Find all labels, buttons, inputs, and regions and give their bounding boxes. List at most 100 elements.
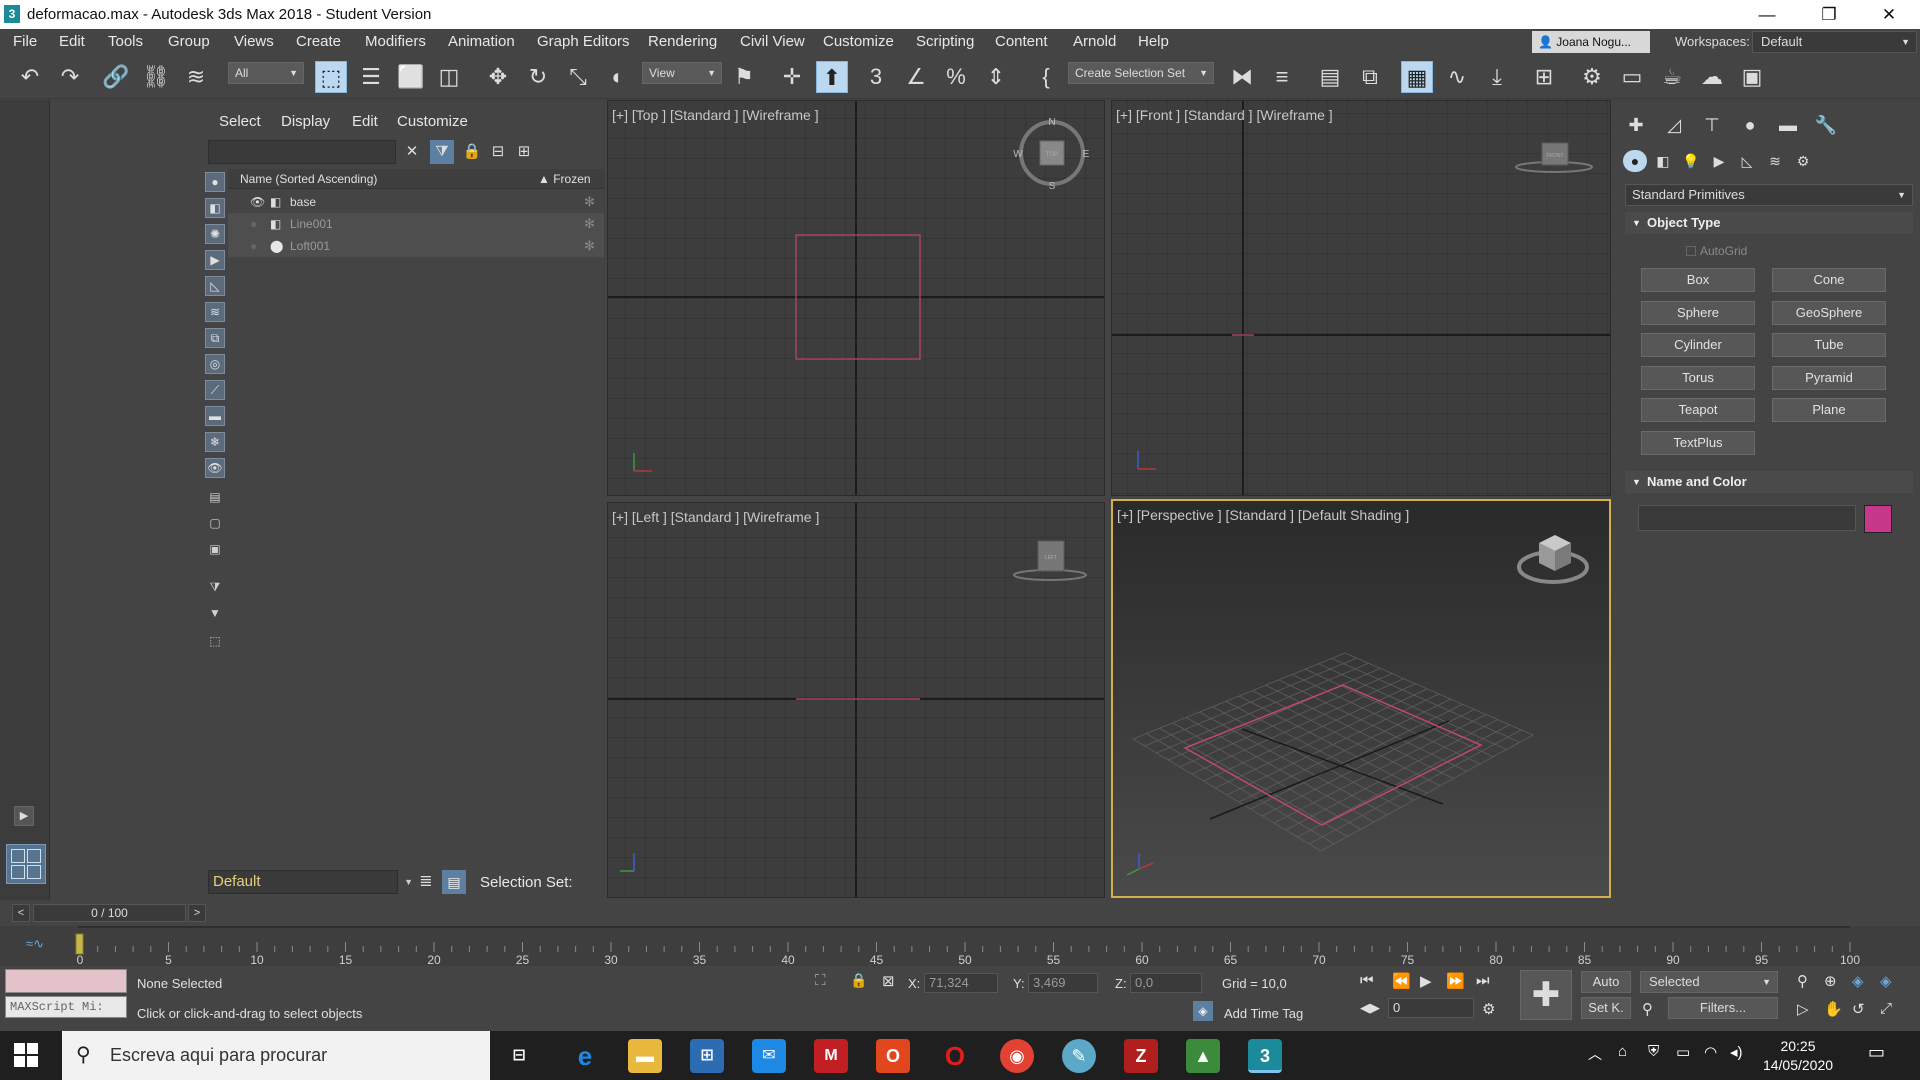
explorer-menu-select[interactable]: Select xyxy=(219,113,261,130)
shapes-filter-icon[interactable]: ◧ xyxy=(205,198,225,218)
snowflake-icon[interactable]: ✻ xyxy=(584,213,595,235)
current-layer-dropdown[interactable]: Default ▼ xyxy=(208,870,413,894)
select-object-button[interactable]: ⬚ xyxy=(315,61,347,93)
cone-button[interactable]: Cone xyxy=(1772,268,1886,292)
explorer-column-header[interactable]: Name (Sorted Ascending) ▲ Frozen xyxy=(228,169,604,189)
zoom-icon[interactable]: ⚲ xyxy=(1797,972,1808,990)
time-configuration-icon[interactable]: ⚙ xyxy=(1482,1000,1495,1018)
motion-tab-icon[interactable]: ● xyxy=(1736,112,1764,138)
object-type-rollout[interactable]: ▼ Object Type xyxy=(1625,212,1913,234)
maximize-viewport-icon[interactable]: ⤢ xyxy=(1880,1000,1892,1017)
rendered-frame-window-icon[interactable]: ▭ xyxy=(1616,61,1648,93)
percent-snap-icon[interactable]: % xyxy=(940,61,972,93)
hierarchy-icon[interactable]: ⊟ xyxy=(486,140,510,164)
file-explorer-icon[interactable]: ▬ xyxy=(628,1039,662,1073)
column-name[interactable]: Name (Sorted Ascending) xyxy=(240,172,377,186)
edit-named-selection-icon[interactable]: { xyxy=(1030,61,1062,93)
sphere-button[interactable]: Sphere xyxy=(1641,301,1755,325)
viewport-left[interactable]: [+] [Left ] [Standard ] [Wireframe ] LEF… xyxy=(607,502,1105,898)
add-time-tag[interactable]: Add Time Tag xyxy=(1224,1006,1303,1021)
task-view-icon[interactable]: ⊟ xyxy=(502,1039,536,1073)
office-icon[interactable]: O xyxy=(876,1039,910,1073)
menu-group[interactable]: Group xyxy=(168,33,210,50)
pyramid-button[interactable]: Pyramid xyxy=(1772,366,1886,390)
move-icon[interactable]: ✥ xyxy=(482,61,514,93)
toggle-layer-explorer-icon[interactable]: ⧉ xyxy=(1354,61,1386,93)
viewport-perspective[interactable]: [+] [Perspective ] [Standard ] [Default … xyxy=(1111,499,1611,898)
zoom-extents-all-icon[interactable]: ◈ xyxy=(1880,972,1892,990)
systems-category-icon[interactable]: ⚙ xyxy=(1791,150,1815,172)
y-coordinate-field[interactable]: 3,469 xyxy=(1028,973,1098,993)
menu-customize[interactable]: Customize xyxy=(823,33,894,50)
display-tab-icon[interactable]: ▬ xyxy=(1774,112,1802,138)
absolute-mode-icon[interactable]: ⊠ xyxy=(882,972,895,990)
column-frozen[interactable]: ▲ Frozen xyxy=(538,172,591,186)
tray-security-icon[interactable]: ⛨ xyxy=(1648,1043,1659,1060)
toggle-scene-explorer-icon[interactable]: ▤ xyxy=(1314,61,1346,93)
cameras-filter-icon[interactable]: ▶ xyxy=(205,250,225,270)
keyboard-shortcut-override-button[interactable]: ⬆ xyxy=(816,61,848,93)
field-of-view-icon[interactable]: ▷ xyxy=(1797,1000,1809,1018)
filter-icon[interactable]: ⧩ xyxy=(430,140,454,164)
menu-views[interactable]: Views xyxy=(234,33,274,50)
geosphere-button[interactable]: GeoSphere xyxy=(1772,301,1886,325)
store-icon[interactable]: ⊞ xyxy=(690,1039,724,1073)
previous-frame-icon[interactable]: < xyxy=(12,904,30,922)
maxscript-mini-listener[interactable]: MAXScript Mi: xyxy=(5,996,127,1018)
align-icon[interactable]: ≡ xyxy=(1266,61,1298,93)
opera-icon[interactable]: O xyxy=(938,1039,972,1073)
taskbar-search-input[interactable]: ⚲ Escreva aqui para procurar xyxy=(62,1031,490,1080)
select-by-name-icon[interactable]: ☰ xyxy=(355,61,387,93)
render-setup-icon[interactable]: ⚙ xyxy=(1576,61,1608,93)
photos-icon[interactable]: ▲ xyxy=(1186,1039,1220,1073)
expand-arrow-icon[interactable]: ▶ xyxy=(14,806,34,826)
mail-icon[interactable]: ✉ xyxy=(752,1039,786,1073)
rotate-icon[interactable]: ↻ xyxy=(522,61,554,93)
viewcube-front-label[interactable]: FRONT xyxy=(1546,153,1563,159)
snowflake-icon[interactable]: ✻ xyxy=(584,235,595,257)
geometry-category-icon[interactable]: ● xyxy=(1623,150,1647,172)
undo-icon[interactable]: ↶ xyxy=(14,61,46,93)
textplus-button[interactable]: TextPlus xyxy=(1641,431,1755,455)
key-mode-icon[interactable]: ◀▶ xyxy=(1360,1000,1380,1016)
explorer-row-loft001[interactable]: ● ⬤ Loft001 ✻ xyxy=(228,235,604,257)
clear-search-icon[interactable]: ✕ xyxy=(400,140,424,164)
explorer-row-line001[interactable]: ● ◧ Line001 ✻ xyxy=(228,213,604,235)
workspaces-dropdown[interactable]: Default ▼ xyxy=(1752,31,1917,53)
menu-civil-view[interactable]: Civil View xyxy=(740,33,805,50)
groups-filter-icon[interactable]: ⧉ xyxy=(205,328,225,348)
eye-icon[interactable]: ● xyxy=(250,213,257,235)
taskbar-clock[interactable]: 20:25 14/05/2020 xyxy=(1752,1037,1844,1075)
material-editor-icon[interactable]: ⊞ xyxy=(1528,61,1560,93)
viewport-label[interactable]: [+] [Perspective ] [Standard ] [Default … xyxy=(1117,507,1409,523)
display-all-icon[interactable]: ▤ xyxy=(205,488,225,508)
tube-button[interactable]: Tube xyxy=(1772,333,1886,357)
frozen-filter-icon[interactable]: ❄ xyxy=(205,432,225,452)
selection-filter-icon[interactable]: ⬚ xyxy=(205,632,225,652)
viewport-label[interactable]: [+] [Top ] [Standard ] [Wireframe ] xyxy=(612,107,819,123)
eye-icon[interactable]: ● xyxy=(250,235,257,257)
create-tab-icon[interactable]: ✚ xyxy=(1622,112,1650,138)
key-filters-button[interactable]: Filters... xyxy=(1668,997,1778,1019)
bind-space-warp-icon[interactable]: ≋ xyxy=(180,61,212,93)
utilities-tab-icon[interactable]: 🔧 xyxy=(1812,112,1840,138)
time-cursor[interactable] xyxy=(75,933,84,955)
zoom-all-icon[interactable]: ⊕ xyxy=(1824,972,1837,990)
pan-view-icon[interactable]: ✋ xyxy=(1824,1000,1843,1018)
primitive-category-dropdown[interactable]: Standard Primitives ▼ xyxy=(1625,184,1913,206)
pivot-center-icon[interactable]: ⚑ xyxy=(728,61,760,93)
menu-arnold[interactable]: Arnold xyxy=(1073,33,1116,50)
explorer-search-input[interactable] xyxy=(208,140,396,164)
snowflake-icon[interactable]: ✻ xyxy=(584,191,595,213)
menu-animation[interactable]: Animation xyxy=(448,33,515,50)
render-production-icon[interactable]: ☕ xyxy=(1656,61,1688,93)
select-manipulate-icon[interactable]: ✛ xyxy=(776,61,808,93)
spinner-snap-icon[interactable]: ⇕ xyxy=(980,61,1012,93)
isolate-selection-icon[interactable]: ⛶ xyxy=(815,972,826,989)
torus-button[interactable]: Torus xyxy=(1641,366,1755,390)
z-coordinate-field[interactable]: 0,0 xyxy=(1130,973,1202,993)
filter-funnel-icon[interactable]: ⧩ xyxy=(205,578,225,598)
hierarchy-tab-icon[interactable]: ⊤ xyxy=(1698,112,1726,138)
tray-network-adapter-icon[interactable]: ⌂ xyxy=(1618,1043,1627,1060)
previous-key-icon[interactable]: ⏪ xyxy=(1392,972,1411,990)
